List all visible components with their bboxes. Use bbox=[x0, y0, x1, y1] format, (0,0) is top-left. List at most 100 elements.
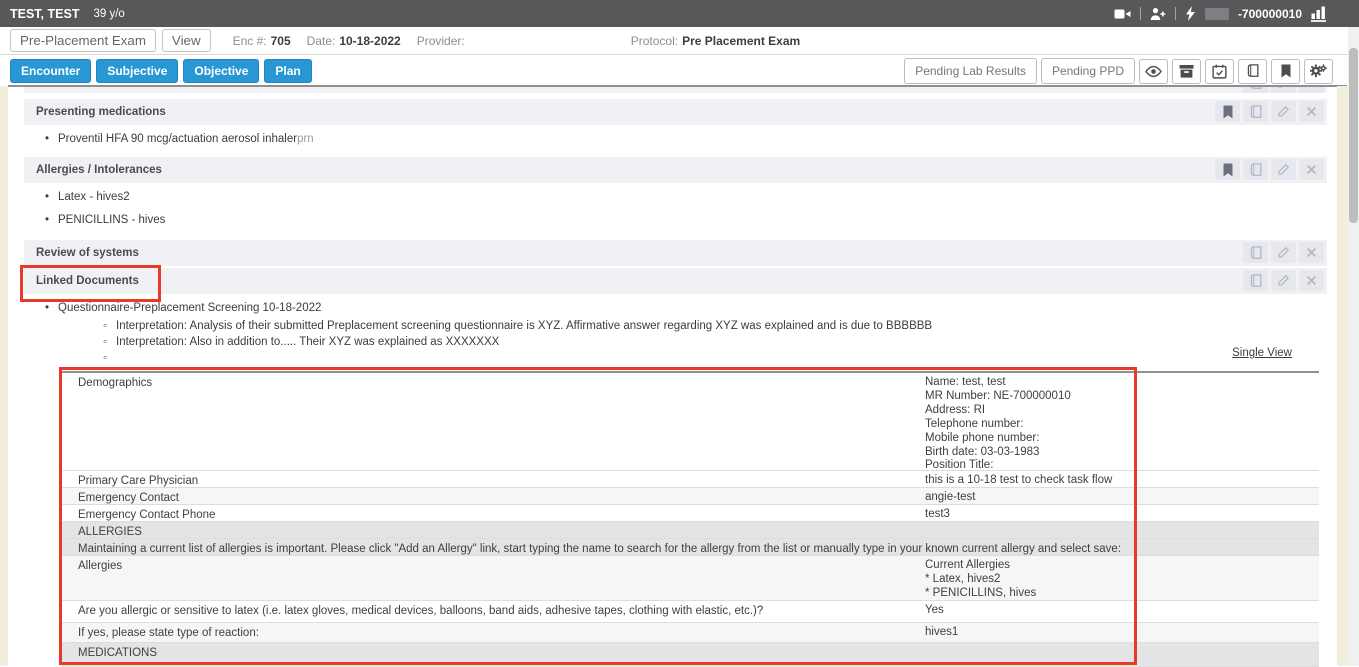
bullet-text: Proventil HFA 90 mcg/actuation aerosol i… bbox=[58, 133, 297, 145]
pencil-icon bbox=[1277, 274, 1290, 287]
section-book-button[interactable] bbox=[1243, 87, 1268, 93]
section-close-button[interactable] bbox=[1299, 270, 1324, 291]
section-actions bbox=[1215, 101, 1324, 122]
calendar-check-icon bbox=[1212, 64, 1227, 79]
list-item: •PENICILLINS - hives bbox=[45, 214, 165, 226]
section-header-review-of-systems[interactable]: Review of systems bbox=[24, 240, 1327, 266]
exam-type-button[interactable]: Pre-Placement Exam bbox=[10, 29, 156, 52]
lightning-icon[interactable] bbox=[1185, 6, 1196, 21]
section-close-button[interactable] bbox=[1299, 159, 1324, 180]
right-margin-strip bbox=[1337, 86, 1348, 666]
nav-button-encounter[interactable]: Encounter bbox=[10, 59, 91, 83]
table-row: Primary Care Physicianthis is a 10-18 te… bbox=[62, 471, 1319, 488]
row-value: Name: test, testMR Number: NE-700000010A… bbox=[925, 376, 1305, 473]
row-value-line: Telephone number: bbox=[925, 418, 1305, 432]
archive-icon bbox=[1179, 64, 1194, 78]
toolbar-book-button[interactable] bbox=[1238, 59, 1267, 84]
row-value-line: * PENICILLINS, hives bbox=[925, 587, 1305, 601]
row-value: Current Allergies* Latex, hives2* PENICI… bbox=[925, 559, 1305, 601]
section-header-presenting-medications[interactable]: Presenting medications bbox=[24, 99, 1327, 125]
date-label: Date: bbox=[307, 34, 336, 48]
section-pencil-button[interactable] bbox=[1271, 242, 1296, 263]
nav-buttons: EncounterSubjectiveObjectivePlan bbox=[10, 59, 317, 83]
scrollbar-thumb[interactable] bbox=[1349, 48, 1358, 223]
bullet-text: Questionnaire-Preplacement Screening 10-… bbox=[58, 302, 321, 314]
interpretation-item: ◦Interpretation: Also in addition to....… bbox=[103, 336, 499, 348]
close-icon bbox=[1306, 164, 1317, 175]
interpretation-item: ◦Interpretation: Analysis of their submi… bbox=[103, 320, 932, 332]
section-header-clip-hpi: HPI bbox=[24, 87, 1327, 93]
row-value-line: Name: test, test bbox=[925, 376, 1305, 390]
bookmark-icon bbox=[1222, 105, 1234, 119]
list-item: •Proventil HFA 90 mcg/actuation aerosol … bbox=[45, 133, 314, 145]
book-icon bbox=[1249, 246, 1263, 260]
table-row: AllergiesCurrent Allergies* Latex, hives… bbox=[62, 556, 1319, 601]
nav-button-objective[interactable]: Objective bbox=[183, 59, 259, 83]
titlebar-actions: -700000010 bbox=[1114, 0, 1326, 27]
encounter-toolbar: Pending Lab ResultsPending PPD bbox=[904, 58, 1333, 84]
open-chart-link[interactable] bbox=[1311, 6, 1326, 22]
section-book-button[interactable] bbox=[1243, 101, 1268, 122]
toolbar-gears-button[interactable] bbox=[1304, 59, 1333, 84]
section-pencil-button[interactable] bbox=[1271, 159, 1296, 180]
table-row: MEDICATIONS bbox=[62, 643, 1319, 667]
provider-value-redacted bbox=[465, 34, 615, 48]
bullet-marker: • bbox=[45, 214, 58, 226]
mr-number: -700000010 bbox=[1238, 7, 1302, 21]
enc-number-label: Enc #: bbox=[233, 34, 267, 48]
bullet-text-muted: prn bbox=[297, 133, 314, 145]
section-header-hpi[interactable]: HPI bbox=[24, 87, 1327, 93]
section-actions bbox=[1215, 159, 1324, 180]
mr-number-redacted-prefix bbox=[1205, 8, 1229, 20]
toolbar-button-pending-ppd[interactable]: Pending PPD bbox=[1041, 58, 1135, 84]
toolbar-bookmark-button[interactable] bbox=[1271, 59, 1300, 84]
patient-title-bar: TEST, TEST 39 y/o -700000010 bbox=[0, 0, 1359, 27]
questionnaire-embedded-table: embeds entire Questionnaire contents (de… bbox=[62, 371, 1319, 667]
toolbar-eye-button[interactable] bbox=[1139, 59, 1168, 84]
section-close-button[interactable] bbox=[1299, 87, 1324, 93]
row-value-line: Birth date: 03-03-1983 bbox=[925, 446, 1305, 460]
row-value: test3 bbox=[925, 508, 1305, 522]
section-bookmark-button[interactable] bbox=[1215, 101, 1240, 122]
protocol-label: Protocol: bbox=[631, 34, 678, 48]
row-value-line: this is a 10-18 test to check task flow bbox=[925, 474, 1305, 488]
section-close-button[interactable] bbox=[1299, 101, 1324, 122]
section-pencil-button[interactable] bbox=[1271, 101, 1296, 122]
section-pencil-button[interactable] bbox=[1271, 270, 1296, 291]
ehr-encounter-page: { "colors": { "accent_blue": "#2898d5", … bbox=[0, 0, 1359, 666]
row-label: ALLERGIES bbox=[78, 525, 898, 539]
section-book-button[interactable] bbox=[1243, 270, 1268, 291]
book-icon bbox=[1249, 274, 1263, 288]
section-header-linked-documents[interactable]: Linked Documents bbox=[24, 268, 1327, 294]
table-row: Emergency Contact Phonetest3 bbox=[62, 505, 1319, 522]
section-pencil-button[interactable] bbox=[1271, 87, 1296, 93]
row-value-line: MR Number: NE-700000010 bbox=[925, 390, 1305, 404]
encounter-info-bar: Pre-Placement Exam View Enc #: 705 Date:… bbox=[0, 27, 1359, 55]
single-view-link[interactable]: Single View bbox=[1232, 347, 1292, 359]
row-value-line: * Latex, hives2 bbox=[925, 573, 1305, 587]
section-book-button[interactable] bbox=[1243, 159, 1268, 180]
book-icon bbox=[1246, 64, 1260, 78]
nav-button-plan[interactable]: Plan bbox=[264, 59, 311, 83]
row-value: this is a 10-18 test to check task flow bbox=[925, 474, 1305, 488]
section-book-button[interactable] bbox=[1243, 242, 1268, 263]
section-bookmark-button[interactable] bbox=[1215, 159, 1240, 180]
row-value: angie-test bbox=[925, 491, 1305, 505]
row-value-line: test3 bbox=[925, 508, 1305, 522]
section-actions bbox=[1243, 270, 1324, 291]
patient-age: 39 y/o bbox=[93, 8, 124, 20]
view-button[interactable]: View bbox=[162, 29, 211, 52]
section-actions bbox=[1243, 87, 1324, 93]
table-row: Maintaining a current list of allergies … bbox=[62, 539, 1319, 556]
toolbar-button-pending-lab-results[interactable]: Pending Lab Results bbox=[904, 58, 1037, 84]
bullet-marker: ◦ bbox=[103, 320, 116, 332]
nav-button-subjective[interactable]: Subjective bbox=[96, 59, 178, 83]
toolbar-calendar-check-button[interactable] bbox=[1205, 59, 1234, 84]
toolbar-archive-button[interactable] bbox=[1172, 59, 1201, 84]
person-add-icon[interactable] bbox=[1150, 7, 1166, 21]
section-header-allergies-intolerances[interactable]: Allergies / Intolerances bbox=[24, 157, 1327, 183]
provider-label: Provider: bbox=[417, 34, 465, 48]
video-camera-icon[interactable] bbox=[1114, 7, 1131, 21]
section-close-button[interactable] bbox=[1299, 242, 1324, 263]
gears-icon bbox=[1310, 64, 1327, 79]
